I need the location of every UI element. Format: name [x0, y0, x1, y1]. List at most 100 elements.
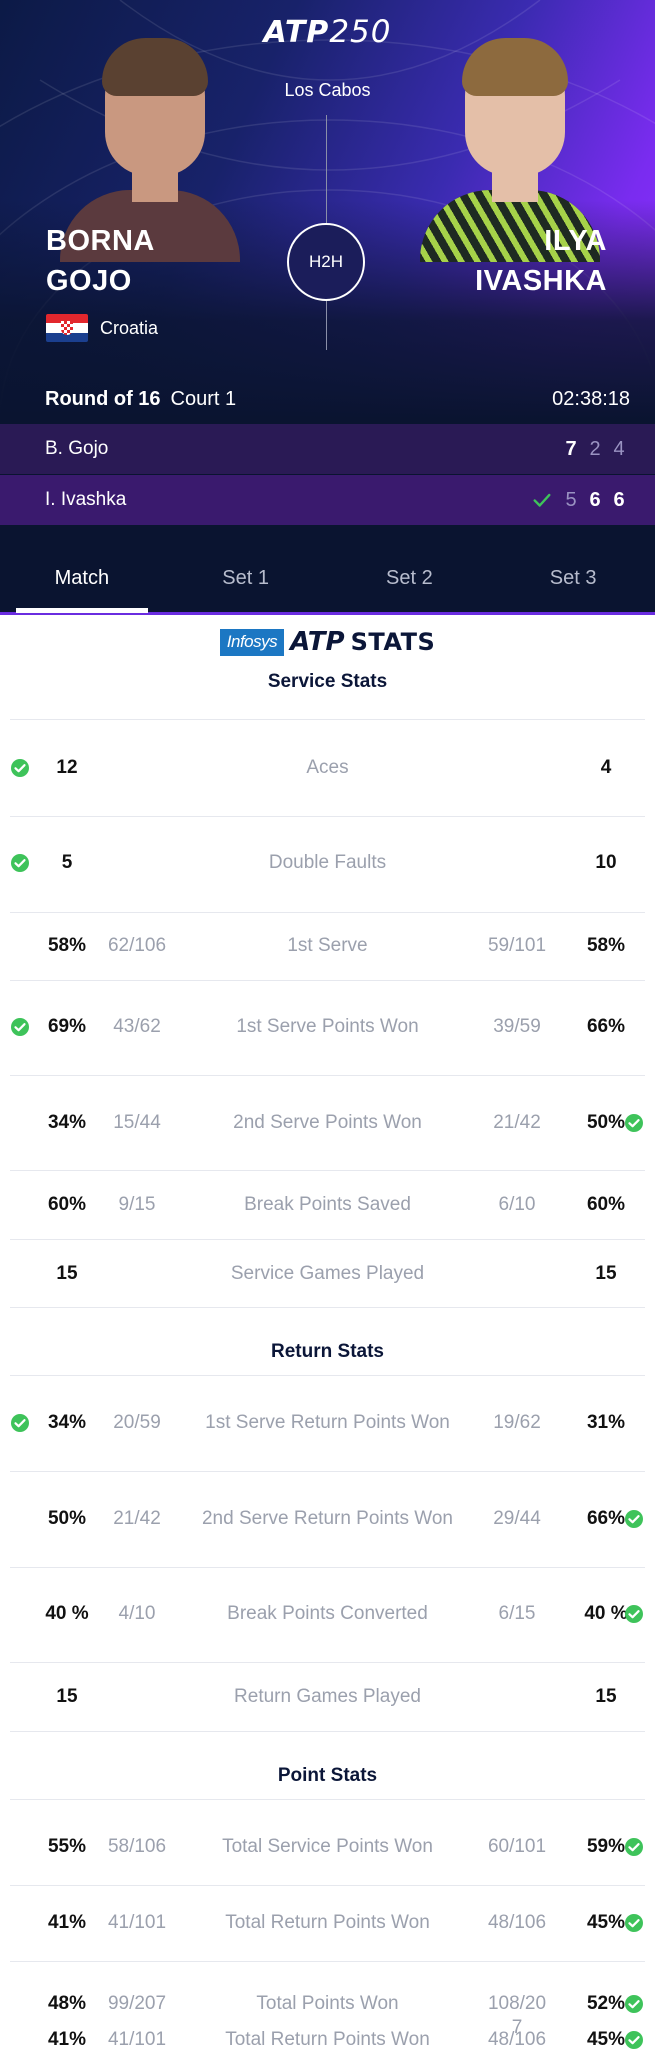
tab-set-3[interactable]: Set 3	[491, 545, 655, 612]
player1-name[interactable]: BORNA GOJO	[46, 221, 155, 301]
stat-right-fraction: 39/59	[493, 1016, 541, 1037]
stat-label: Total Service Points Won	[222, 1836, 433, 1857]
section-title: Service Stats	[267, 671, 388, 692]
tab-match[interactable]: Match	[0, 545, 164, 613]
winner-check-icon	[533, 493, 551, 507]
match-info: Round of 16 Court 1 02:38:18	[45, 388, 630, 414]
stat-left-value: 69%	[47, 1016, 87, 1037]
stat-row: 58% 62/106 1st Serve 59/101 58%	[0, 926, 655, 966]
stat-label: Double Faults	[268, 852, 387, 873]
croatia-flag-icon	[46, 314, 88, 342]
stat-right-fraction	[476, 1254, 558, 1294]
atp-logo: ATP	[290, 627, 345, 657]
stat-row: 50% 21/42 2nd Serve Return Points Won 29/44…	[0, 1499, 655, 1539]
set-tabs: Match Set 1 Set 2 Set 3	[0, 545, 655, 615]
player2-first-name: ILYA	[544, 225, 607, 257]
section-title: Point Stats	[277, 1765, 378, 1786]
stat-right-fraction	[476, 748, 558, 788]
leader-check-icon	[11, 1414, 29, 1432]
player1-hair	[102, 38, 208, 96]
leader-check-icon	[625, 1114, 643, 1132]
stat-label: Total Return Points Won	[225, 1912, 430, 1933]
row-divider	[10, 1885, 645, 1886]
h2h-button[interactable]: H2H	[287, 223, 365, 301]
player2-name[interactable]: ILYA IVASHKA	[475, 221, 607, 301]
row-divider	[10, 719, 645, 720]
stat-left-fraction: 41/101	[107, 1912, 167, 1933]
leader-check-icon	[625, 2031, 643, 2049]
stat-right-fraction: 19/62	[493, 1412, 541, 1433]
stat-left-fraction	[96, 843, 178, 883]
infosys-logo: Infosys	[219, 628, 285, 656]
stat-label: Break Points Saved	[244, 1194, 411, 1215]
stat-left-value: 50%	[47, 1508, 87, 1529]
stat-left-value: 34%	[47, 1412, 87, 1433]
stats-word: STATS	[350, 628, 436, 656]
stat-label: 1st Serve Points Won	[236, 1016, 419, 1037]
stat-right-value: 58%	[586, 935, 626, 956]
tournament-level: 250	[329, 14, 392, 50]
stat-right-fraction: 48/106	[487, 1912, 547, 1933]
round-label: Round of 16	[45, 388, 161, 410]
row-divider	[10, 1375, 645, 1376]
stat-left-value: 48%	[47, 1993, 87, 2014]
scoreboard-row: I. Ivashka 5 6 6	[0, 475, 655, 525]
match-stats: Infosys ATP STATS Service Stats 12 Aces 4 …	[0, 615, 655, 2050]
stat-left-value: 15	[56, 1686, 78, 1707]
stat-row: 5 Double Faults 10	[0, 843, 655, 883]
set-score: 6	[613, 488, 625, 511]
leader-check-icon	[625, 1605, 643, 1623]
stat-left-value: 40 %	[45, 1603, 89, 1624]
stat-row: 34% 20/59 1st Serve Return Points Won 19/62…	[0, 1403, 655, 1443]
stat-right-fraction: 6/15	[498, 1603, 536, 1624]
player1-first-name: BORNA	[46, 225, 155, 257]
stat-right-value: 60%	[586, 1194, 626, 1215]
stat-row: 40 % 4/10 Break Points Converted 6/15 40 %	[0, 1594, 655, 1634]
stat-label: Total Points Won	[256, 1993, 399, 2014]
stat-left-fraction: 21/42	[113, 1508, 161, 1529]
stat-right-fraction	[476, 843, 558, 883]
leader-check-icon	[11, 759, 29, 777]
scoreboard-player-name: I. Ivashka	[45, 489, 127, 510]
stat-row: 55% 58/106 Total Service Points Won 60/101 5…	[0, 1827, 655, 1867]
stat-right-fraction: 21/42	[493, 1112, 541, 1133]
stat-label: Aces	[306, 757, 349, 778]
stat-right-fraction	[476, 1677, 558, 1717]
stat-label: 1st Serve	[287, 935, 368, 956]
stat-left-value: 12	[56, 757, 78, 778]
set-scores: 5 6 6	[531, 489, 631, 512]
row-divider	[10, 1567, 645, 1568]
stat-right-value: 15	[595, 1263, 617, 1284]
stat-left-fraction: 15/44	[113, 1112, 161, 1133]
stat-row: 15 Return Games Played 15	[0, 1677, 655, 1717]
stat-left-fraction: 20/59	[113, 1412, 161, 1433]
tab-set-2[interactable]: Set 2	[328, 545, 492, 612]
stat-label: Service Games Played	[230, 1263, 425, 1284]
stat-right-value: 31%	[586, 1412, 626, 1433]
stat-left-value: 5	[61, 852, 73, 873]
stat-left-value: 60%	[47, 1194, 87, 1215]
stat-row: 48% 99/207 Total Points Won 108/20 7 52%	[0, 1984, 655, 2038]
stat-row: 41% 41/101 Total Return Points Won 48/106 45…	[0, 2020, 655, 2060]
stat-right-value: 15	[595, 1686, 617, 1707]
stat-left-value: 41%	[47, 1912, 87, 1933]
stat-left-fraction: 58/106	[107, 1836, 167, 1857]
row-divider	[10, 1170, 645, 1171]
stat-left-fraction: 4/10	[118, 1603, 156, 1624]
set-score: 5	[565, 488, 577, 511]
stat-left-value: 34%	[47, 1112, 87, 1133]
stat-label: Total Return Points Won	[225, 2029, 430, 2050]
stat-left-fraction: 9/15	[118, 1194, 156, 1215]
stat-label: 2nd Serve Points Won	[233, 1112, 422, 1133]
leader-check-icon	[11, 854, 29, 872]
stat-right-fraction: 6/10	[498, 1194, 536, 1215]
leader-check-icon	[625, 1838, 643, 1856]
atp-wordmark: ATP	[263, 15, 330, 50]
tab-set-1[interactable]: Set 1	[164, 545, 328, 612]
match-header: ATP250 Los Cabos BORNA GOJO ILYA IVASHKA…	[0, 0, 655, 615]
set-scores: 7 2 4	[559, 438, 631, 461]
stat-row: 34% 15/44 2nd Serve Points Won 21/42 50%	[0, 1103, 655, 1143]
row-divider	[10, 912, 645, 913]
row-divider	[10, 1471, 645, 1472]
player1-country: Croatia	[46, 314, 158, 342]
